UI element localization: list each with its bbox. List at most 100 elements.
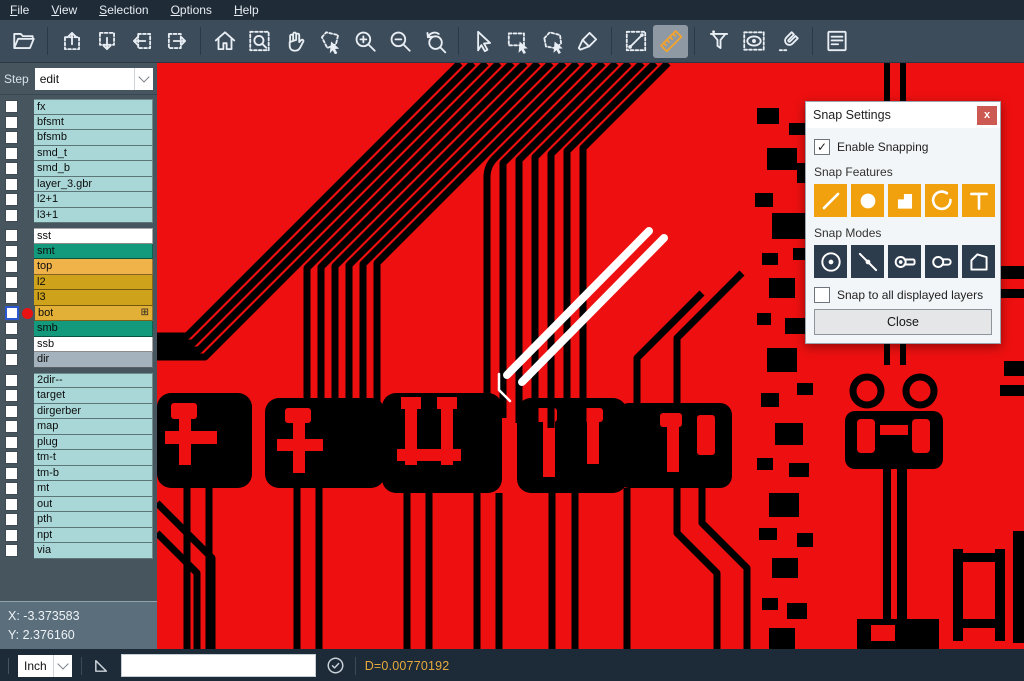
layer-visibility-checkbox[interactable] (5, 260, 18, 273)
layer-visibility-checkbox[interactable] (5, 436, 18, 449)
layer-row-smt[interactable]: smt (0, 244, 157, 260)
layer-cell[interactable]: dir (34, 352, 153, 368)
layer-cell[interactable]: l2+1 (34, 192, 153, 208)
layer-visibility-checkbox[interactable] (5, 131, 18, 144)
zoom-prev-icon[interactable] (417, 25, 452, 58)
pan-left-icon[interactable] (124, 25, 159, 58)
layer-row-layer_3.gbr[interactable]: layer_3.gbr (0, 177, 157, 193)
all-layers-checkbox[interactable] (814, 287, 830, 303)
layer-row-npt[interactable]: npt (0, 528, 157, 544)
layer-cell[interactable]: smt (34, 244, 153, 260)
snap-feature-surface-icon[interactable] (888, 184, 921, 217)
layer-cell[interactable]: via (34, 543, 153, 559)
zoom-in-icon[interactable] (347, 25, 382, 58)
layer-visibility-checkbox[interactable] (5, 389, 18, 402)
menu-selection[interactable]: Selection (99, 3, 148, 17)
pan-right-icon[interactable] (159, 25, 194, 58)
layer-visibility-checkbox[interactable] (5, 513, 18, 526)
layer-row-dirgerber[interactable]: dirgerber (0, 404, 157, 420)
layer-visibility-checkbox[interactable] (5, 374, 18, 387)
layer-row-tm-t[interactable]: tm-t (0, 450, 157, 466)
layer-cell[interactable]: mt (34, 481, 153, 497)
layer-visibility-checkbox[interactable] (5, 306, 19, 320)
layer-visibility-checkbox[interactable] (5, 100, 18, 113)
layer-row-via[interactable]: via (0, 543, 157, 559)
layer-cell[interactable]: 2dir-- (34, 373, 153, 389)
layer-cell[interactable]: l3 (34, 290, 153, 306)
layer-cell[interactable]: layer_3.gbr (34, 177, 153, 193)
layer-cell[interactable]: map (34, 419, 153, 435)
layer-cell[interactable]: tm-t (34, 450, 153, 466)
poly-select-icon[interactable] (535, 25, 570, 58)
layer-row-l2[interactable]: l2 (0, 275, 157, 291)
layer-visibility-checkbox[interactable] (5, 193, 18, 206)
layer-row-pth[interactable]: pth (0, 512, 157, 528)
menu-file[interactable]: File (10, 3, 29, 17)
enable-snapping-checkbox[interactable] (814, 139, 830, 155)
step-select[interactable]: edit (35, 68, 153, 90)
layer-cell[interactable]: bfsmt (34, 115, 153, 131)
snap-feature-text-icon[interactable] (962, 184, 995, 217)
layer-visibility-checkbox[interactable] (5, 209, 18, 222)
layer-row-top[interactable]: top (0, 259, 157, 275)
enable-snapping-row[interactable]: Enable Snapping (814, 139, 992, 155)
snap-feature-arc-icon[interactable] (925, 184, 958, 217)
open-icon[interactable] (6, 25, 41, 58)
layer-visibility-checkbox[interactable] (5, 544, 18, 557)
layer-visibility-checkbox[interactable] (5, 322, 18, 335)
layer-cell[interactable]: smd_b (34, 161, 153, 177)
layer-cell[interactable]: npt (34, 528, 153, 544)
layer-visibility-checkbox[interactable] (5, 162, 18, 175)
menu-view[interactable]: View (51, 3, 77, 17)
pcb-canvas[interactable]: Snap Settings x Enable Snapping Snap Fea… (157, 63, 1024, 649)
view-eye-icon[interactable] (736, 25, 771, 58)
layer-cell[interactable]: smd_t (34, 146, 153, 162)
snap-mode-contour-icon[interactable] (962, 245, 995, 278)
layer-row-map[interactable]: map (0, 419, 157, 435)
dialog-titlebar[interactable]: Snap Settings x (806, 102, 1000, 128)
layer-row-dir[interactable]: dir (0, 352, 157, 368)
pan-down-icon[interactable] (89, 25, 124, 58)
layer-visibility-checkbox[interactable] (5, 291, 18, 304)
layer-cell[interactable]: out (34, 497, 153, 513)
layer-visibility-checkbox[interactable] (5, 405, 18, 418)
rect-select-icon[interactable] (500, 25, 535, 58)
snap-mode-center-icon[interactable] (814, 245, 847, 278)
layer-cell[interactable]: l3+1 (34, 208, 153, 224)
layer-visibility-checkbox[interactable] (5, 276, 18, 289)
layer-row-ssb[interactable]: ssb (0, 337, 157, 353)
angle-measure-icon[interactable] (91, 655, 112, 676)
apply-check-icon[interactable] (325, 655, 346, 676)
layer-cell[interactable]: tm-b (34, 466, 153, 482)
layer-row-plug[interactable]: plug (0, 435, 157, 451)
layer-row-l3[interactable]: l3 (0, 290, 157, 306)
menu-help[interactable]: Help (234, 3, 259, 17)
layer-row-smd_b[interactable]: smd_b (0, 161, 157, 177)
layer-cell[interactable]: plug (34, 435, 153, 451)
layer-cell[interactable]: dirgerber (34, 404, 153, 420)
layer-visibility-checkbox[interactable] (5, 467, 18, 480)
layer-cell[interactable]: target (34, 388, 153, 404)
pan-up-icon[interactable] (54, 25, 89, 58)
layer-visibility-checkbox[interactable] (5, 451, 18, 464)
zoom-region-icon[interactable] (242, 25, 277, 58)
menu-options[interactable]: Options (171, 3, 212, 17)
layer-visibility-checkbox[interactable] (5, 482, 18, 495)
layer-cell[interactable]: pth (34, 512, 153, 528)
layer-visibility-checkbox[interactable] (5, 353, 18, 366)
layer-visibility-checkbox[interactable] (5, 245, 18, 258)
layer-row-tm-b[interactable]: tm-b (0, 466, 157, 482)
command-input[interactable] (121, 654, 316, 677)
close-button[interactable]: Close (814, 309, 992, 335)
layer-row-fx[interactable]: fx (0, 99, 157, 115)
layer-row-bot[interactable]: bot⊞ (0, 306, 157, 322)
cursor-icon[interactable] (465, 25, 500, 58)
layer-visibility-checkbox[interactable] (5, 116, 18, 129)
layer-cell[interactable]: sst (34, 228, 153, 244)
all-layers-row[interactable]: Snap to all displayed layers (814, 287, 992, 303)
home-icon[interactable] (207, 25, 242, 58)
layer-row-mt[interactable]: mt (0, 481, 157, 497)
layer-row-smb[interactable]: smb (0, 321, 157, 337)
layer-visibility-checkbox[interactable] (5, 178, 18, 191)
unit-select[interactable]: Inch (18, 655, 72, 677)
